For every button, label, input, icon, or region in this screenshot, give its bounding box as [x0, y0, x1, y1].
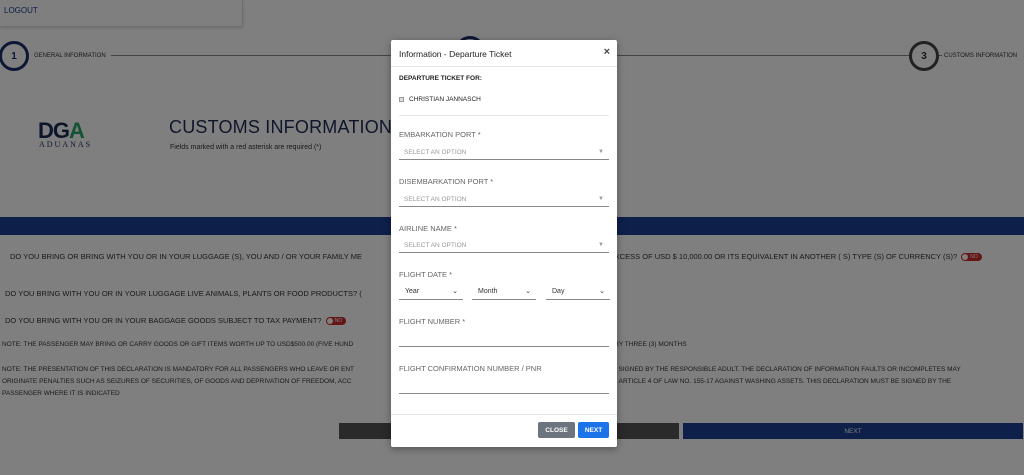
- embarkation-port-label: EMBARKATION PORT *: [399, 130, 481, 139]
- airline-name-value: SELECT AN OPTION: [404, 242, 467, 249]
- flight-month-select[interactable]: Month ⌄: [472, 286, 536, 300]
- passenger-name: CHRISTIAN JANNASCH: [409, 96, 481, 103]
- embarkation-port-select[interactable]: SELECT AN OPTION ▼: [399, 146, 609, 160]
- flight-number-input[interactable]: [399, 331, 609, 347]
- flight-year-select[interactable]: Year ⌄: [399, 286, 463, 300]
- chevron-down-icon: ▼: [598, 196, 604, 202]
- flight-year-value: Year: [405, 288, 420, 295]
- embarkation-port-value: SELECT AN OPTION: [404, 149, 467, 156]
- flight-day-select[interactable]: Day ⌄: [546, 286, 610, 300]
- next-button[interactable]: NEXT: [578, 422, 609, 438]
- close-button[interactable]: CLOSE: [538, 422, 575, 438]
- departure-ticket-heading: DEPARTURE TICKET FOR:: [399, 75, 482, 82]
- pnr-input[interactable]: [399, 378, 609, 394]
- disembarkation-port-label: DISEMBARKATION PORT *: [399, 177, 494, 186]
- pnr-label: FLIGHT CONFIRMATION NUMBER / PNR: [399, 364, 542, 373]
- departure-ticket-modal: Information - Departure Ticket × DEPARTU…: [391, 40, 617, 447]
- flight-number-label: FLIGHT NUMBER *: [399, 317, 466, 326]
- chevron-down-icon: ▼: [598, 149, 604, 155]
- flight-month-value: Month: [478, 288, 498, 295]
- chevron-down-icon: ▼: [598, 242, 604, 248]
- airline-name-label: AIRLINE NAME *: [399, 224, 457, 233]
- passenger-checkbox[interactable]: [399, 97, 404, 102]
- disembarkation-port-select[interactable]: SELECT AN OPTION ▼: [399, 193, 609, 207]
- passenger-checkbox-row[interactable]: CHRISTIAN JANNASCH: [399, 96, 481, 103]
- divider: [399, 115, 609, 116]
- flight-day-value: Day: [552, 288, 565, 295]
- modal-footer-divider: [391, 414, 617, 415]
- close-icon[interactable]: ×: [604, 46, 610, 58]
- chevron-down-icon: ⌄: [452, 288, 458, 295]
- flight-date-label: FLIGHT DATE *: [399, 270, 453, 279]
- disembarkation-port-value: SELECT AN OPTION: [404, 196, 467, 203]
- airline-name-select[interactable]: SELECT AN OPTION ▼: [399, 239, 609, 253]
- modal-title: Information - Departure Ticket: [399, 49, 512, 59]
- chevron-down-icon: ⌄: [525, 288, 531, 295]
- modal-header: Information - Departure Ticket ×: [391, 40, 617, 67]
- chevron-down-icon: ⌄: [599, 288, 605, 295]
